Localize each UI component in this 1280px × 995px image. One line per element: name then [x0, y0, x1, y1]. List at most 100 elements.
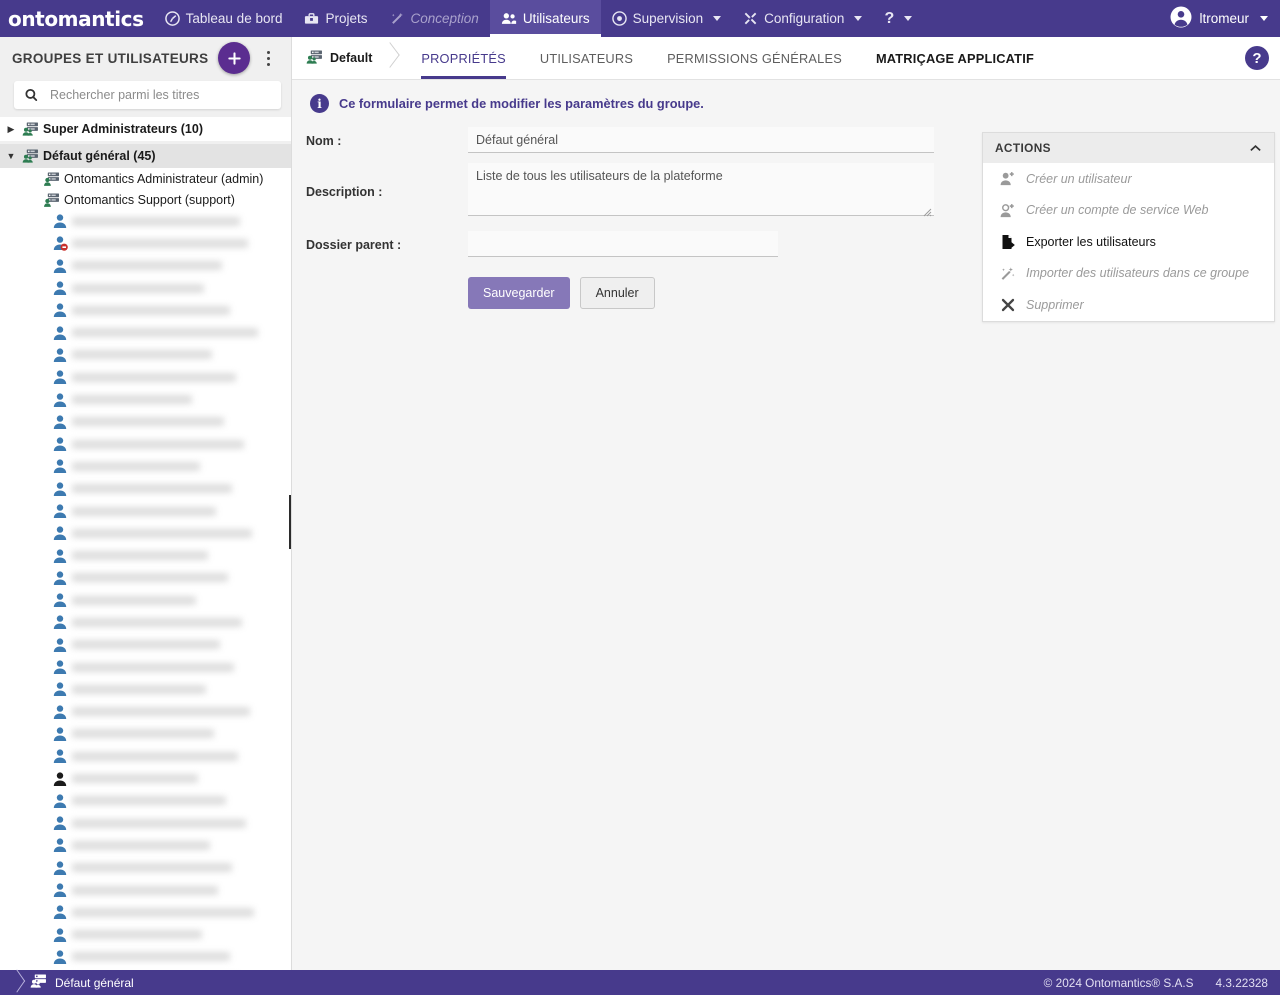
tree-user-redacted[interactable] — [0, 923, 291, 946]
tab-permissions-generales[interactable]: PERMISSIONS GÉNÉRALES — [650, 37, 859, 79]
chevron-down-icon[interactable]: ▼ — [0, 151, 22, 161]
user-disabled-icon — [52, 235, 68, 252]
tree-user-redacted[interactable] — [0, 254, 291, 277]
tree-user-redacted[interactable] — [0, 700, 291, 723]
tree-user-redacted[interactable] — [0, 566, 291, 590]
sidebar-overflow-menu-button[interactable] — [256, 42, 280, 74]
dossier-parent-input[interactable] — [468, 231, 778, 257]
chevron-up-icon[interactable] — [1249, 142, 1262, 155]
nom-input[interactable] — [468, 127, 934, 153]
redacted-user-label — [72, 528, 252, 538]
question-icon[interactable]: ? — [1245, 46, 1269, 70]
action-exporter-les-utilisateurs[interactable]: Exporter les utilisateurs — [983, 226, 1274, 258]
tree-user-redacted[interactable] — [0, 589, 291, 612]
tree-user-redacted[interactable] — [0, 901, 291, 924]
tree-user-redacted[interactable] — [0, 477, 291, 500]
tree-user-redacted[interactable] — [0, 789, 291, 813]
group-icon — [306, 49, 323, 67]
redacted-user-label — [72, 885, 218, 895]
user-icon — [52, 592, 68, 608]
tree-user-redacted[interactable] — [0, 432, 291, 456]
tree-user-redacted[interactable] — [0, 633, 291, 656]
tree-user-redacted[interactable] — [0, 299, 291, 322]
nav-item-configuration[interactable]: Configuration — [732, 0, 873, 37]
description-textarea[interactable]: Liste de tous les utilisateurs de la pla… — [468, 163, 934, 216]
user-icon — [52, 704, 68, 720]
action-supprimer[interactable]: Supprimer — [983, 289, 1274, 321]
redacted-user-label — [72, 305, 230, 315]
tab-proprietes[interactable]: PROPRIÉTÉS — [404, 37, 523, 79]
info-banner: i Ce formulaire permet de modifier les p… — [292, 80, 1280, 113]
redacted-user-label — [72, 907, 254, 917]
plus-icon — [228, 51, 241, 65]
sidebar-search[interactable] — [14, 81, 281, 109]
app-logo[interactable]: ontomantics — [0, 0, 154, 37]
tree-user-redacted[interactable] — [0, 276, 291, 300]
nav-item-help[interactable]: ? — [873, 0, 923, 37]
tree-user-redacted[interactable] — [0, 745, 291, 768]
tree-user-redacted[interactable] — [0, 499, 291, 523]
tree-user-redacted[interactable] — [0, 834, 291, 857]
user-icon — [52, 659, 68, 675]
tree-user-redacted[interactable] — [0, 544, 291, 567]
add-group-button[interactable] — [218, 42, 251, 74]
user-menu[interactable]: ltromeur — [1162, 0, 1280, 37]
status-bar-current-item[interactable]: Défaut général — [30, 974, 134, 991]
tree-user-redacted[interactable] — [0, 210, 291, 233]
nav-item-supervision[interactable]: Supervision — [601, 0, 733, 37]
nav-item-projets[interactable]: Projets — [293, 0, 378, 37]
tree-user-redacted[interactable] — [0, 856, 291, 879]
user-icon — [52, 637, 68, 653]
tab-matricage-applicatif[interactable]: MATRIÇAGE APPLICATIF — [859, 37, 1051, 79]
tree-user-redacted[interactable] — [0, 655, 291, 679]
tree-user-redacted[interactable] — [0, 522, 291, 545]
cancel-button[interactable]: Annuler — [579, 277, 655, 309]
tree-user-redacted[interactable] — [0, 388, 291, 411]
tree-user-redacted[interactable] — [0, 366, 291, 389]
eye-icon — [611, 11, 627, 26]
tree-user-redacted[interactable] — [0, 812, 291, 835]
save-button[interactable]: Sauvegarder — [468, 277, 570, 309]
action-creer-un-utilisateur[interactable]: Créer un utilisateur — [983, 163, 1274, 195]
tree-user-redacted[interactable] — [0, 767, 291, 790]
nav-item-conception[interactable]: Conception — [379, 0, 490, 37]
tree-user-redacted[interactable] — [0, 878, 291, 902]
tree-user-redacted[interactable] — [0, 455, 291, 478]
nav-item-utilisateurs[interactable]: Utilisateurs — [489, 0, 601, 37]
redacted-user-label — [72, 261, 222, 271]
tree-group-super-administrateurs[interactable]: ▶ Super Administrateurs (10) — [0, 117, 291, 141]
sidebar-resize-handle[interactable] — [289, 495, 291, 549]
chevron-right-icon[interactable]: ▶ — [0, 124, 22, 135]
search-input[interactable] — [48, 87, 281, 103]
tree-user-label: Ontomantics Support (support) — [64, 192, 235, 207]
tree-user-admin[interactable]: Ontomantics Administrateur (admin) — [0, 168, 291, 189]
chevron-down-icon — [904, 16, 913, 21]
action-importer-des-utilisateurs[interactable]: Importer des utilisateurs dans ce groupe — [983, 258, 1274, 290]
redacted-user-label — [72, 930, 202, 940]
tree-user-redacted[interactable] — [0, 410, 291, 433]
tree-user-redacted[interactable] — [0, 321, 291, 344]
actions-panel-header[interactable]: ACTIONS — [983, 133, 1274, 163]
nav-item-tableau-de-bord[interactable]: Tableau de bord — [154, 0, 294, 37]
redacted-user-label — [72, 551, 208, 561]
user-icon — [52, 882, 68, 898]
action-label: Supprimer — [1026, 297, 1084, 312]
tree-user-redacted[interactable] — [0, 678, 291, 701]
user-icon — [52, 837, 68, 853]
redacted-user-label — [72, 796, 226, 806]
toolbox-icon — [304, 11, 319, 26]
tree-user-redacted[interactable] — [0, 722, 291, 746]
action-creer-compte-service-web[interactable]: Créer un compte de service Web — [983, 195, 1274, 227]
breadcrumb[interactable]: Default — [292, 37, 382, 79]
tree-user-redacted[interactable] — [0, 945, 291, 969]
tree-group-defaut-general[interactable]: ▼ Défaut général (45) — [0, 144, 291, 168]
tree-user-redacted[interactable] — [0, 343, 291, 367]
user-icon — [52, 927, 68, 943]
tree-redacted-users-list[interactable] — [0, 210, 291, 970]
tab-utilisateurs[interactable]: UTILISATEURS — [523, 37, 650, 79]
tree-user-redacted[interactable] — [0, 232, 291, 255]
tree-user-support[interactable]: Ontomantics Support (support) — [0, 189, 291, 210]
user-icon — [52, 815, 68, 831]
sidebar-title: GROUPES ET UTILISATEURS — [12, 50, 209, 66]
tree-user-redacted[interactable] — [0, 611, 291, 634]
